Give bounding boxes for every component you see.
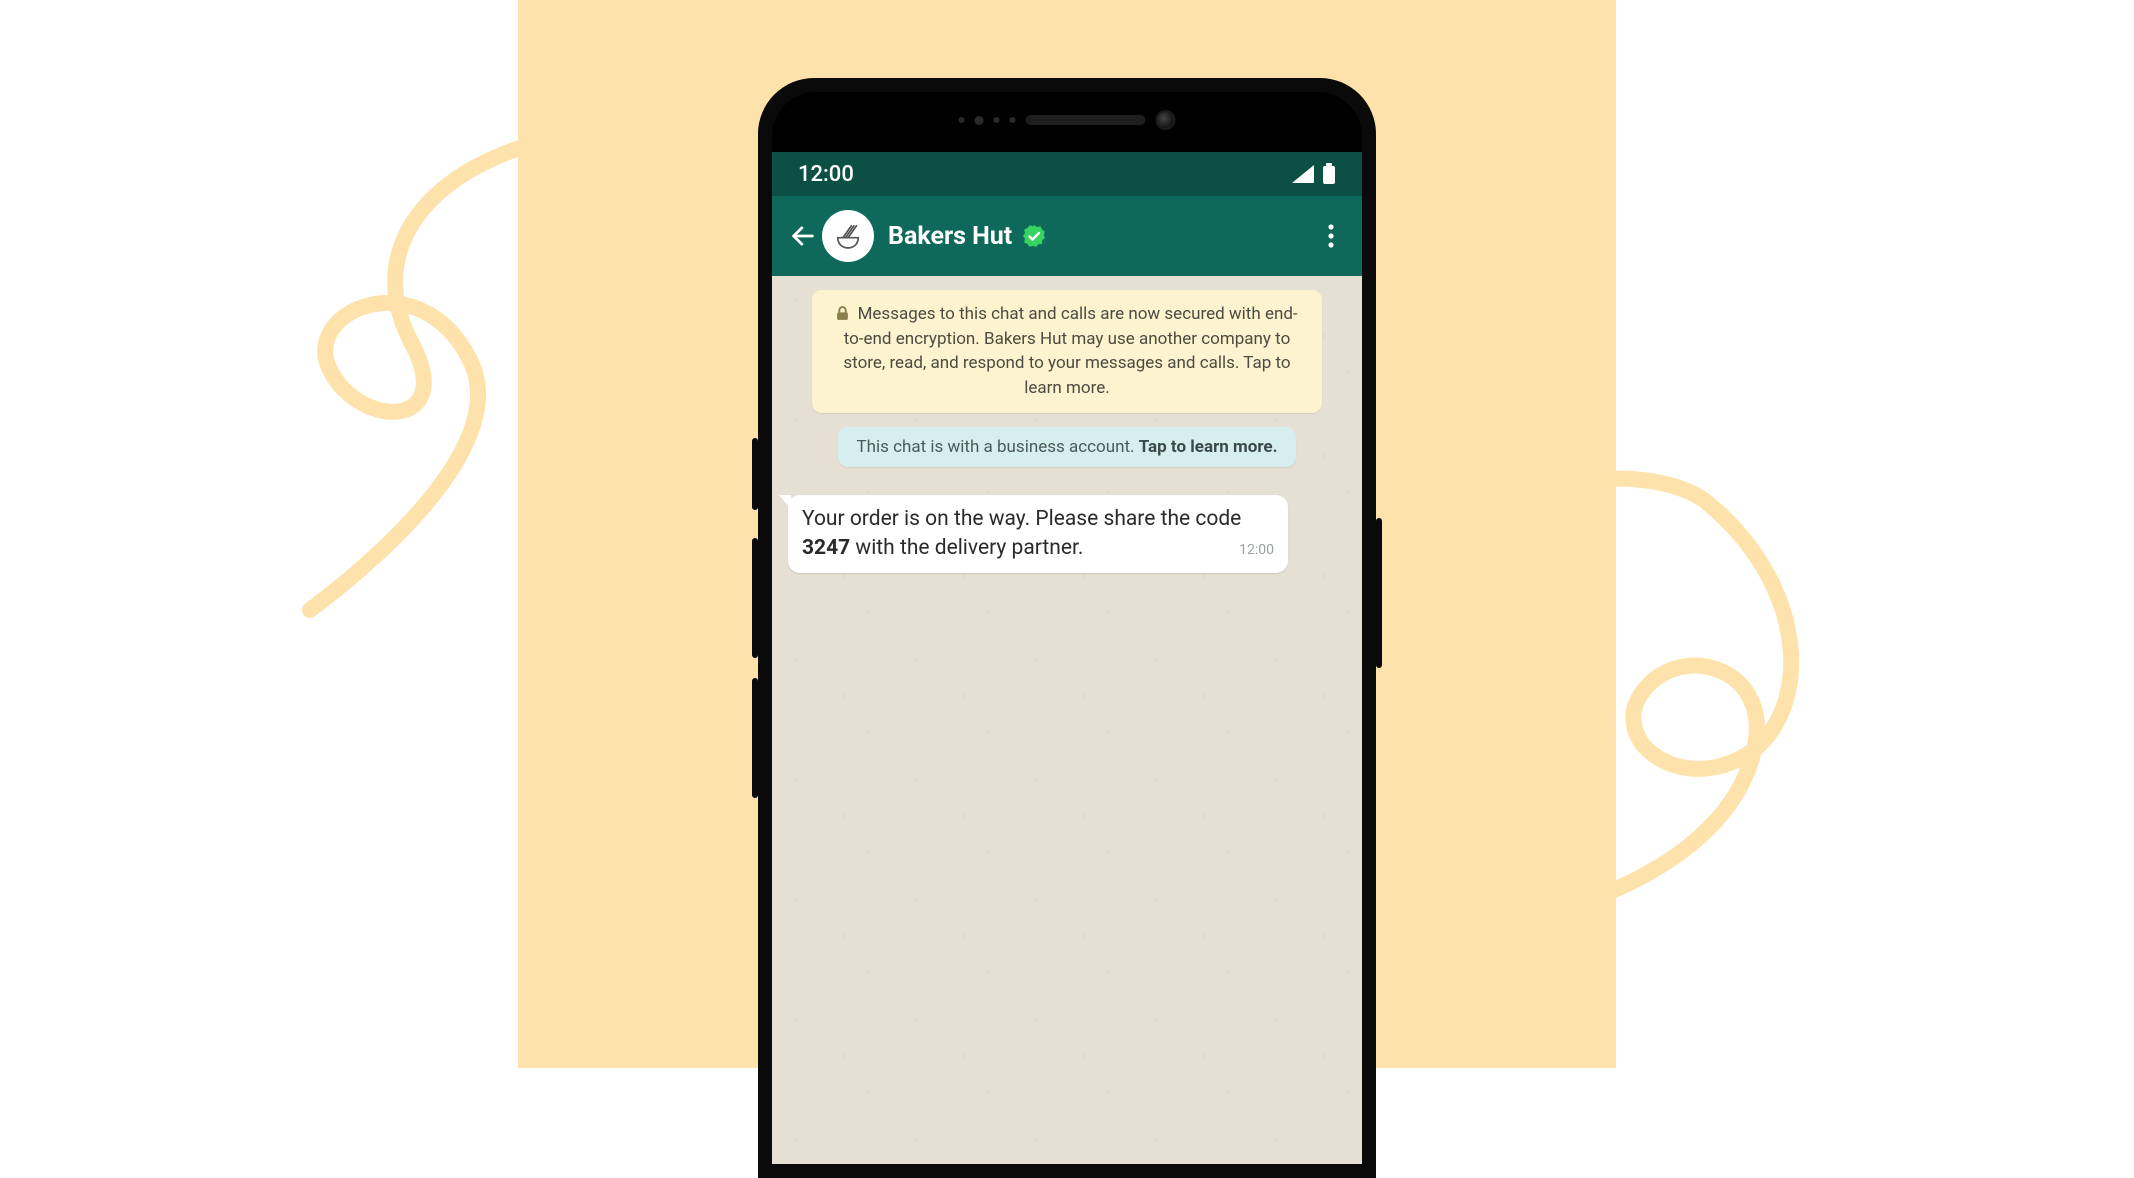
verified-icon: [1022, 224, 1046, 248]
phone-sensor-cluster: [959, 110, 1176, 130]
more-vertical-icon: [1328, 224, 1334, 248]
decorative-squiggle-left: [300, 120, 600, 620]
phone-power-button: [1376, 518, 1382, 668]
business-notice-link: Tap to learn more.: [1139, 437, 1278, 457]
phone-volume-up: [752, 538, 758, 658]
business-notice-text: This chat is with a business account.: [856, 437, 1138, 457]
phone-screen: 12:00 Bakers Hut: [772, 152, 1362, 1164]
arrow-left-icon: [789, 222, 817, 250]
chat-header: Bakers Hut: [772, 196, 1362, 276]
lock-icon: [836, 306, 849, 321]
encryption-notice[interactable]: Messages to this chat and calls are now …: [812, 290, 1322, 413]
decorative-squiggle-right: [1504, 470, 1824, 930]
chat-body[interactable]: Messages to this chat and calls are now …: [772, 276, 1362, 1164]
business-account-notice[interactable]: This chat is with a business account. Ta…: [838, 427, 1295, 467]
message-text-after: with the delivery partner.: [850, 536, 1083, 560]
battery-icon: [1322, 163, 1336, 185]
chat-title[interactable]: Bakers Hut: [888, 222, 1012, 251]
message-text: Your order is on the way. Please share t…: [802, 507, 1241, 560]
phone-frame: 12:00 Bakers Hut: [758, 78, 1376, 1178]
signal-icon: [1292, 165, 1314, 183]
status-bar: 12:00: [772, 152, 1362, 196]
encryption-notice-text: Messages to this chat and calls are now …: [843, 304, 1297, 398]
whisk-bowl-icon: [831, 219, 865, 253]
incoming-message[interactable]: Your order is on the way. Please share t…: [788, 495, 1288, 574]
status-time: 12:00: [798, 162, 854, 187]
back-button[interactable]: [786, 222, 820, 250]
avatar[interactable]: [822, 210, 874, 262]
phone-volume-down: [752, 678, 758, 798]
more-options-button[interactable]: [1314, 224, 1348, 248]
phone-side-button: [752, 438, 758, 510]
message-code: 3247: [802, 536, 850, 560]
verified-badge: [1022, 224, 1046, 248]
message-text-before: Your order is on the way. Please share t…: [802, 507, 1241, 531]
phone-bezel: 12:00 Bakers Hut: [772, 92, 1362, 1164]
message-timestamp: 12:00: [1239, 542, 1274, 558]
